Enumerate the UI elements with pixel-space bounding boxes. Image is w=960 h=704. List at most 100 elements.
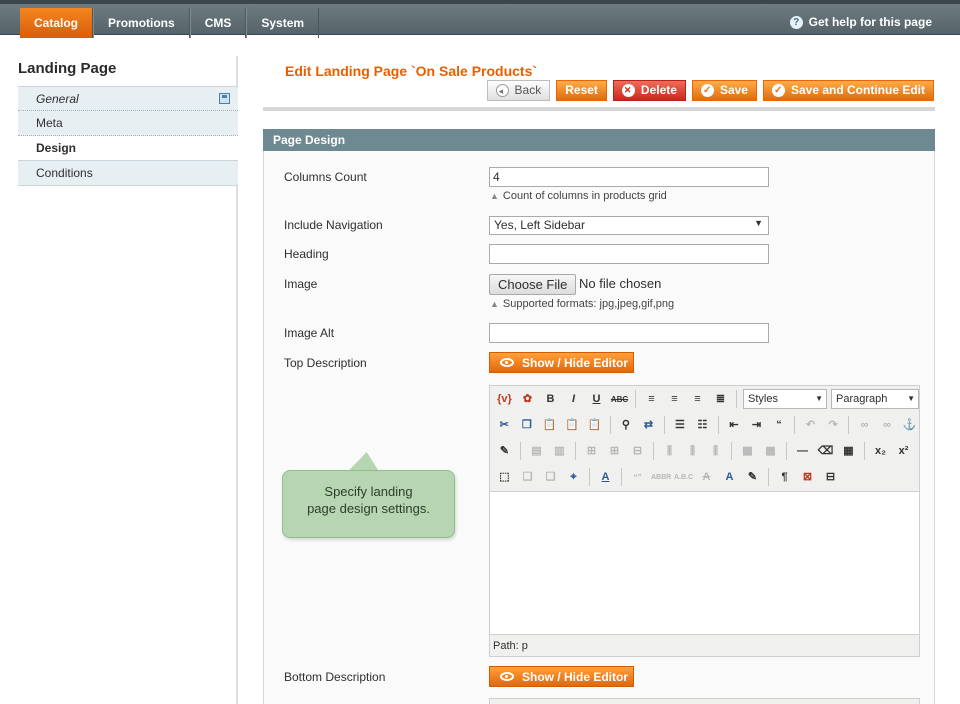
delete-button[interactable]: Delete xyxy=(612,80,686,101)
align-center-icon[interactable]: ≡ xyxy=(665,390,684,409)
nav-catalog[interactable]: Catalog xyxy=(20,8,94,38)
check-icon xyxy=(771,81,785,100)
strikethrough-icon[interactable]: ABC xyxy=(610,390,629,409)
nonbreaking-icon[interactable]: ⊠ xyxy=(798,468,817,487)
eraser-icon[interactable]: ⌫ xyxy=(816,442,835,461)
include-navigation-select[interactable]: Yes, Left Sidebar ▼ xyxy=(489,216,769,235)
insert-row-before-icon[interactable]: ⊞ xyxy=(582,442,601,461)
bottom-show-hide-editor-button[interactable]: Show / Hide Editor xyxy=(489,666,634,687)
cell-props-icon[interactable]: ▥ xyxy=(550,442,569,461)
editor-content-area[interactable] xyxy=(490,491,919,636)
delete-col-icon[interactable]: ⫼ xyxy=(706,442,725,461)
toolbar-separator xyxy=(635,390,636,408)
nav-cms[interactable]: CMS xyxy=(189,8,247,38)
superscript-icon[interactable]: x² xyxy=(894,442,913,461)
styles-dropdown[interactable]: Styles ▼ xyxy=(743,389,827,409)
insert-row-after-icon[interactable]: ⊞ xyxy=(605,442,624,461)
nav-system[interactable]: System xyxy=(246,8,320,38)
eye-icon xyxy=(500,672,514,681)
paste-icon[interactable]: 📋 xyxy=(540,416,559,435)
numbered-list-icon[interactable]: ☷ xyxy=(693,416,712,435)
delete-icon xyxy=(621,81,635,100)
sidebar-tab-general[interactable]: General xyxy=(18,86,238,111)
unlink-icon[interactable]: ∞ xyxy=(878,416,897,435)
eye-icon xyxy=(500,358,514,367)
attribs-icon[interactable]: ✎ xyxy=(743,468,762,487)
header-divider xyxy=(263,107,935,111)
redo-icon[interactable]: ↷ xyxy=(824,416,843,435)
insert-widget-icon[interactable]: ✿ xyxy=(518,390,537,409)
indent-icon[interactable]: ⇥ xyxy=(747,416,766,435)
ins-icon[interactable]: A xyxy=(720,468,739,487)
cite-icon[interactable]: “” xyxy=(628,468,647,487)
link-icon[interactable]: ∞ xyxy=(855,416,874,435)
outdent-icon[interactable]: ⇤ xyxy=(725,416,744,435)
format-dropdown[interactable]: Paragraph ▼ xyxy=(831,389,919,409)
changed-icon xyxy=(219,93,230,104)
bottom-wysiwyg-editor xyxy=(489,698,920,704)
merge-cells-icon[interactable]: ▦ xyxy=(761,442,780,461)
split-cells-icon[interactable]: ▦ xyxy=(738,442,757,461)
style-props-icon[interactable]: A xyxy=(596,468,615,487)
choose-file-button[interactable]: Choose File xyxy=(489,274,577,295)
top-description-label: Top Description xyxy=(284,356,367,370)
visual-aid-icon[interactable]: ⬚ xyxy=(495,468,514,487)
align-left-icon[interactable]: ≡ xyxy=(642,390,661,409)
bold-icon[interactable]: B xyxy=(541,390,560,409)
image-alt-input[interactable] xyxy=(489,323,769,343)
bullet-list-icon[interactable]: ☰ xyxy=(671,416,690,435)
image-note: ▲ Supported formats: jpg,jpeg,gif,png xyxy=(490,298,674,310)
insert-variable-icon[interactable]: {v} xyxy=(495,390,514,409)
insert-col-after-icon[interactable]: ⫼ xyxy=(683,442,702,461)
sidebar-tab-meta[interactable]: Meta xyxy=(18,111,238,136)
undo-icon[interactable]: ↶ xyxy=(801,416,820,435)
edit-css-icon[interactable]: ✎ xyxy=(495,442,514,461)
callout-line-2: page design settings. xyxy=(307,501,430,516)
anchor-icon[interactable]: ⚓ xyxy=(900,416,919,435)
back-button[interactable]: Back xyxy=(486,80,551,101)
delete-row-icon[interactable]: ⊟ xyxy=(628,442,647,461)
heading-input[interactable] xyxy=(489,244,769,264)
columns-count-input[interactable]: 4 xyxy=(489,167,769,187)
heading-label: Heading xyxy=(284,247,329,261)
paste-word-icon[interactable]: 📋 xyxy=(585,416,604,435)
toolbar-separator xyxy=(653,442,654,460)
sidebar-tab-design[interactable]: Design xyxy=(18,136,238,161)
help-link[interactable]: ? Get help for this page xyxy=(789,15,932,29)
replace-icon[interactable]: ⇄ xyxy=(639,416,658,435)
styles-dropdown-value: Styles xyxy=(748,393,778,405)
abbr-icon[interactable]: ABBR xyxy=(651,468,671,487)
page-break-icon[interactable]: ⊟ xyxy=(821,468,840,487)
toolbar-separator xyxy=(786,442,787,460)
nav-promotions[interactable]: Promotions xyxy=(93,8,190,38)
table-icon[interactable]: ▦ xyxy=(839,442,858,461)
action-buttons: Back Reset Delete Save Save and Continue… xyxy=(486,80,934,101)
layer-icon[interactable]: ❏ xyxy=(518,468,537,487)
insert-col-before-icon[interactable]: ⫼ xyxy=(660,442,679,461)
save-button[interactable]: Save xyxy=(691,80,757,101)
copy-icon[interactable]: ❐ xyxy=(518,416,537,435)
cut-icon[interactable]: ✂ xyxy=(495,416,514,435)
subscript-icon[interactable]: x₂ xyxy=(871,442,890,461)
layer-move-icon[interactable]: ❏ xyxy=(541,468,560,487)
horizontal-rule-icon[interactable]: — xyxy=(793,442,812,461)
paste-text-icon[interactable]: 📋 xyxy=(563,416,582,435)
acronym-icon[interactable]: A.B.C xyxy=(674,468,693,487)
save-and-continue-button[interactable]: Save and Continue Edit xyxy=(762,80,934,101)
dropdown-arrow-icon: ▼ xyxy=(754,218,763,228)
show-blocks-icon[interactable]: ¶ xyxy=(775,468,794,487)
sidebar-tab-conditions[interactable]: Conditions xyxy=(18,161,238,186)
align-right-icon[interactable]: ≡ xyxy=(688,390,707,409)
italic-icon[interactable]: I xyxy=(564,390,583,409)
row-props-icon[interactable]: ▤ xyxy=(527,442,546,461)
top-show-hide-editor-button[interactable]: Show / Hide Editor xyxy=(489,352,634,373)
image-alt-label: Image Alt xyxy=(284,326,335,340)
underline-icon[interactable]: U xyxy=(587,390,606,409)
reset-button[interactable]: Reset xyxy=(556,80,607,101)
del-icon[interactable]: A xyxy=(697,468,716,487)
align-justify-icon[interactable]: ≣ xyxy=(711,390,730,409)
blockquote-icon[interactable]: “ xyxy=(770,416,789,435)
find-icon[interactable]: ⚲ xyxy=(617,416,636,435)
toolbar-separator xyxy=(621,468,622,486)
absolute-position-icon[interactable]: ⌖ xyxy=(564,468,583,487)
